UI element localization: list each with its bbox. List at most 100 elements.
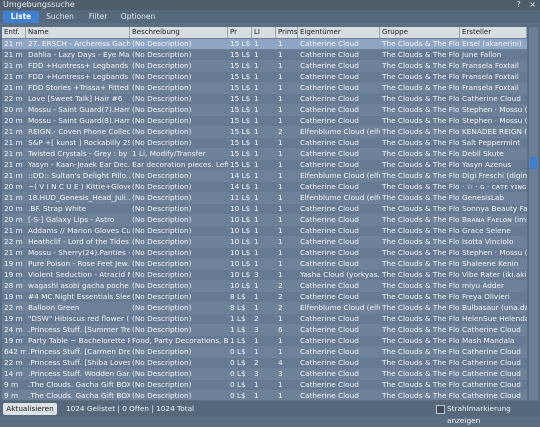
cell-prims: 1: [278, 83, 283, 92]
vertical-scrollbar[interactable]: [529, 27, 538, 400]
cell-distance: 20 m: [4, 215, 23, 224]
refresh-button[interactable]: Aktualisieren: [3, 403, 57, 415]
table-row[interactable]: 28 m wagashi asobi gacha poche ... (No Des…: [2, 281, 527, 291]
cell-distance: 19 m: [4, 270, 23, 279]
table-row[interactable]: 21 m 27. ERSCH - Archeress Gacha...(No De…: [2, 39, 527, 49]
table-row[interactable]: 642 m .Princess Stuff. [Carmen Dre... (No …: [2, 347, 527, 357]
table-row[interactable]: 21 m FDD +Huntress+ Legbands M...(No Desc…: [2, 61, 527, 71]
cell-price: 15 L$: [230, 83, 251, 92]
column-header-name[interactable]: Name: [26, 27, 130, 38]
cell-group: The Clouds & The Flo...: [382, 39, 460, 48]
column-header-owner[interactable]: Eigentümer: [298, 27, 380, 38]
cell-prims: 1: [278, 391, 283, 400]
table-row[interactable]: 20 m Mossu - Saint Guard(8).Harn... (No De…: [2, 116, 527, 126]
cell-creator: Catherine Cloud: [462, 347, 521, 356]
cell-distance: 21 m: [4, 193, 23, 202]
table-row[interactable]: 22 m Heathclif - Lord of the Tides ... (No…: [2, 237, 527, 247]
beacon-checkbox[interactable]: [436, 405, 445, 414]
cell-owner: Catherine Cloud: [300, 347, 359, 356]
column-header-group[interactable]: Gruppe: [380, 27, 460, 38]
cell-name: .Princess Stuff. [Summer Tre...: [28, 325, 130, 334]
cell-price: 10 L$: [230, 237, 251, 246]
table-row[interactable]: 19 m Violent Seduction - Atracid N... (No …: [2, 270, 527, 280]
close-icon[interactable]: ×: [529, 0, 536, 9]
table-row[interactable]: 21 m S&P +[ kunst ] Rockabilly 29... (No D…: [2, 138, 527, 148]
cell-distance: 21 m: [4, 83, 23, 92]
cell-price: 10 L$: [230, 215, 251, 224]
table-row[interactable]: 21 m Yasyn - Kaan-Jeaek Ear Dec... Ear dec…: [2, 160, 527, 170]
table-row[interactable]: 9 m .The Clouds. Gacha Gift BOX I...(No D…: [2, 391, 527, 401]
tab-liste[interactable]: Liste: [3, 11, 39, 23]
column-header-prims[interactable]: Prims: [276, 27, 298, 38]
cell-li: 3: [254, 369, 259, 378]
cell-price: 0 L$: [230, 380, 246, 389]
column-header-description[interactable]: Beschreibung: [130, 27, 228, 38]
cell-owner: Catherine Cloud: [300, 160, 359, 169]
table-row[interactable]: 20 m .BF. Strap White (No Description) 10 L…: [2, 204, 527, 214]
cell-price: 10 L$: [230, 270, 251, 279]
table-row[interactable]: 22 m Love [Sweet Talk] Hair #6 (No Descrip…: [2, 94, 527, 104]
cell-owner: Catherine Cloud: [300, 292, 359, 301]
cell-li: 1: [254, 281, 259, 290]
cell-price: 15 L$: [230, 39, 251, 48]
table-row[interactable]: 22 m .Princess Stuff. [Shiba Loves... (No …: [2, 358, 527, 368]
table-row[interactable]: 21 m Twisted Crystals - Grey : by ... 1 Li…: [2, 149, 527, 159]
cell-description: (No Description): [132, 171, 192, 180]
table-row[interactable]: 20 m ~( V I N C U E ) Kittie+Gloves...(No…: [2, 182, 527, 192]
cell-description: Ear decoration pieces. Left ...: [132, 160, 228, 169]
column-header-distance[interactable]: Entf.: [2, 27, 26, 38]
cell-prims: 1: [278, 380, 283, 389]
column-header-price[interactable]: Pr: [228, 27, 252, 38]
table-row[interactable]: 19 m "DSW" Hibiscus red flower (... (No De…: [2, 314, 527, 324]
cell-creator: Isotta Vinciolo: [462, 237, 514, 246]
tab-filter[interactable]: Filter: [80, 11, 116, 23]
cell-name: ~( V I N C U E ) Kittie+Gloves...: [28, 182, 130, 191]
column-header-li[interactable]: LI: [252, 27, 276, 38]
table-row[interactable]: 19 m #4 MC.Night Essentials.Slee... (No De…: [2, 292, 527, 302]
table-row[interactable]: 19 m Party Table ~ Bachelorette P... Food,…: [2, 336, 527, 346]
table-row[interactable]: 19 m Pure Poison - Rose Feet Jew... (No De…: [2, 259, 527, 269]
cell-description: (No Description): [132, 314, 192, 323]
table-row[interactable]: 14 m .Princess Stuff. Wodden Gar... (No De…: [2, 369, 527, 379]
cell-owner: Elfenblume Cloud (elfe...: [300, 193, 380, 202]
table-row[interactable]: 24 m .Princess Stuff. [Summer Tre... (No D…: [2, 325, 527, 335]
cell-owner: Catherine Cloud: [300, 83, 359, 92]
tab-suchen[interactable]: Suchen: [42, 11, 78, 23]
table-row[interactable]: 21 m::DD:: Sultan's Delight Pillo... (No …: [2, 171, 527, 181]
column-header-creator[interactable]: Ersteller: [460, 27, 527, 38]
cell-name: Pure Poison - Rose Feet Jew...: [28, 259, 130, 268]
cell-description: (No Description): [132, 83, 192, 92]
table-row[interactable]: 20 m Mossu - Saint Guard(7).Harn... (No De…: [2, 105, 527, 115]
cell-li: 1: [254, 83, 259, 92]
cell-group: The Clouds & The Flo...: [382, 391, 460, 400]
cell-prims: 1: [278, 204, 283, 213]
cell-creator: Catherine Cloud: [462, 380, 521, 389]
table-row[interactable]: 21 m Dahlia - Lazy Days - Eye Ma... (No De…: [2, 50, 527, 60]
cell-description: (No Description): [132, 259, 192, 268]
cell-group: The Clouds & The Flo...: [382, 215, 460, 224]
cell-owner: Catherine Cloud: [300, 358, 359, 367]
scrollbar-thumb[interactable]: [530, 157, 537, 169]
table-row[interactable]: 9 m .The Clouds. Gacha Gift BOX I...(No D…: [2, 380, 527, 390]
table-row[interactable]: 20 m [-S-] Galaxy Lips - Astro (No Descrip…: [2, 215, 527, 225]
cell-group: The Clouds & The Flo...: [382, 61, 460, 70]
cell-description: (No Description): [132, 204, 192, 213]
table-row[interactable]: 22 m Balloon Green (No Description) 8 L$ 1 2 E…: [2, 303, 527, 313]
table-row[interactable]: 21 m Mossu - Sherry(24).Panties -... (No D…: [2, 248, 527, 258]
table-row[interactable]: 21 m 18.HUD_Genesis_Head_Juli... (No Descr…: [2, 193, 527, 203]
cell-owner: Catherine Cloud: [300, 380, 359, 389]
cell-group: The Clouds & The Flo...: [382, 259, 460, 268]
table-row[interactable]: 21 m FDD +Huntress+ Legbands M...(No Desc…: [2, 72, 527, 82]
cell-description: (No Description): [132, 358, 192, 367]
cell-prims: 1: [278, 226, 283, 235]
tab-optionen[interactable]: Optionen: [118, 11, 158, 23]
cell-owner: Catherine Cloud: [300, 149, 359, 158]
help-icon[interactable]: ?: [517, 0, 521, 9]
cell-name: .Princess Stuff. [Carmen Dre...: [28, 347, 130, 356]
cell-name: 18.HUD_Genesis_Head_Juli...: [28, 193, 130, 202]
cell-creator: KENADEE REIGN (k...: [462, 127, 527, 136]
table-row[interactable]: 21 m FDD Stories +Trissa+ Fitted ... (No D…: [2, 83, 527, 93]
cell-group: The Clouds & The Flo...: [382, 292, 460, 301]
table-row[interactable]: 21 m Addams // Marion Gloves Cu... (No Des…: [2, 226, 527, 236]
table-row[interactable]: 21 m REIGN.- Coven Phone Collect... (No De…: [2, 127, 527, 137]
